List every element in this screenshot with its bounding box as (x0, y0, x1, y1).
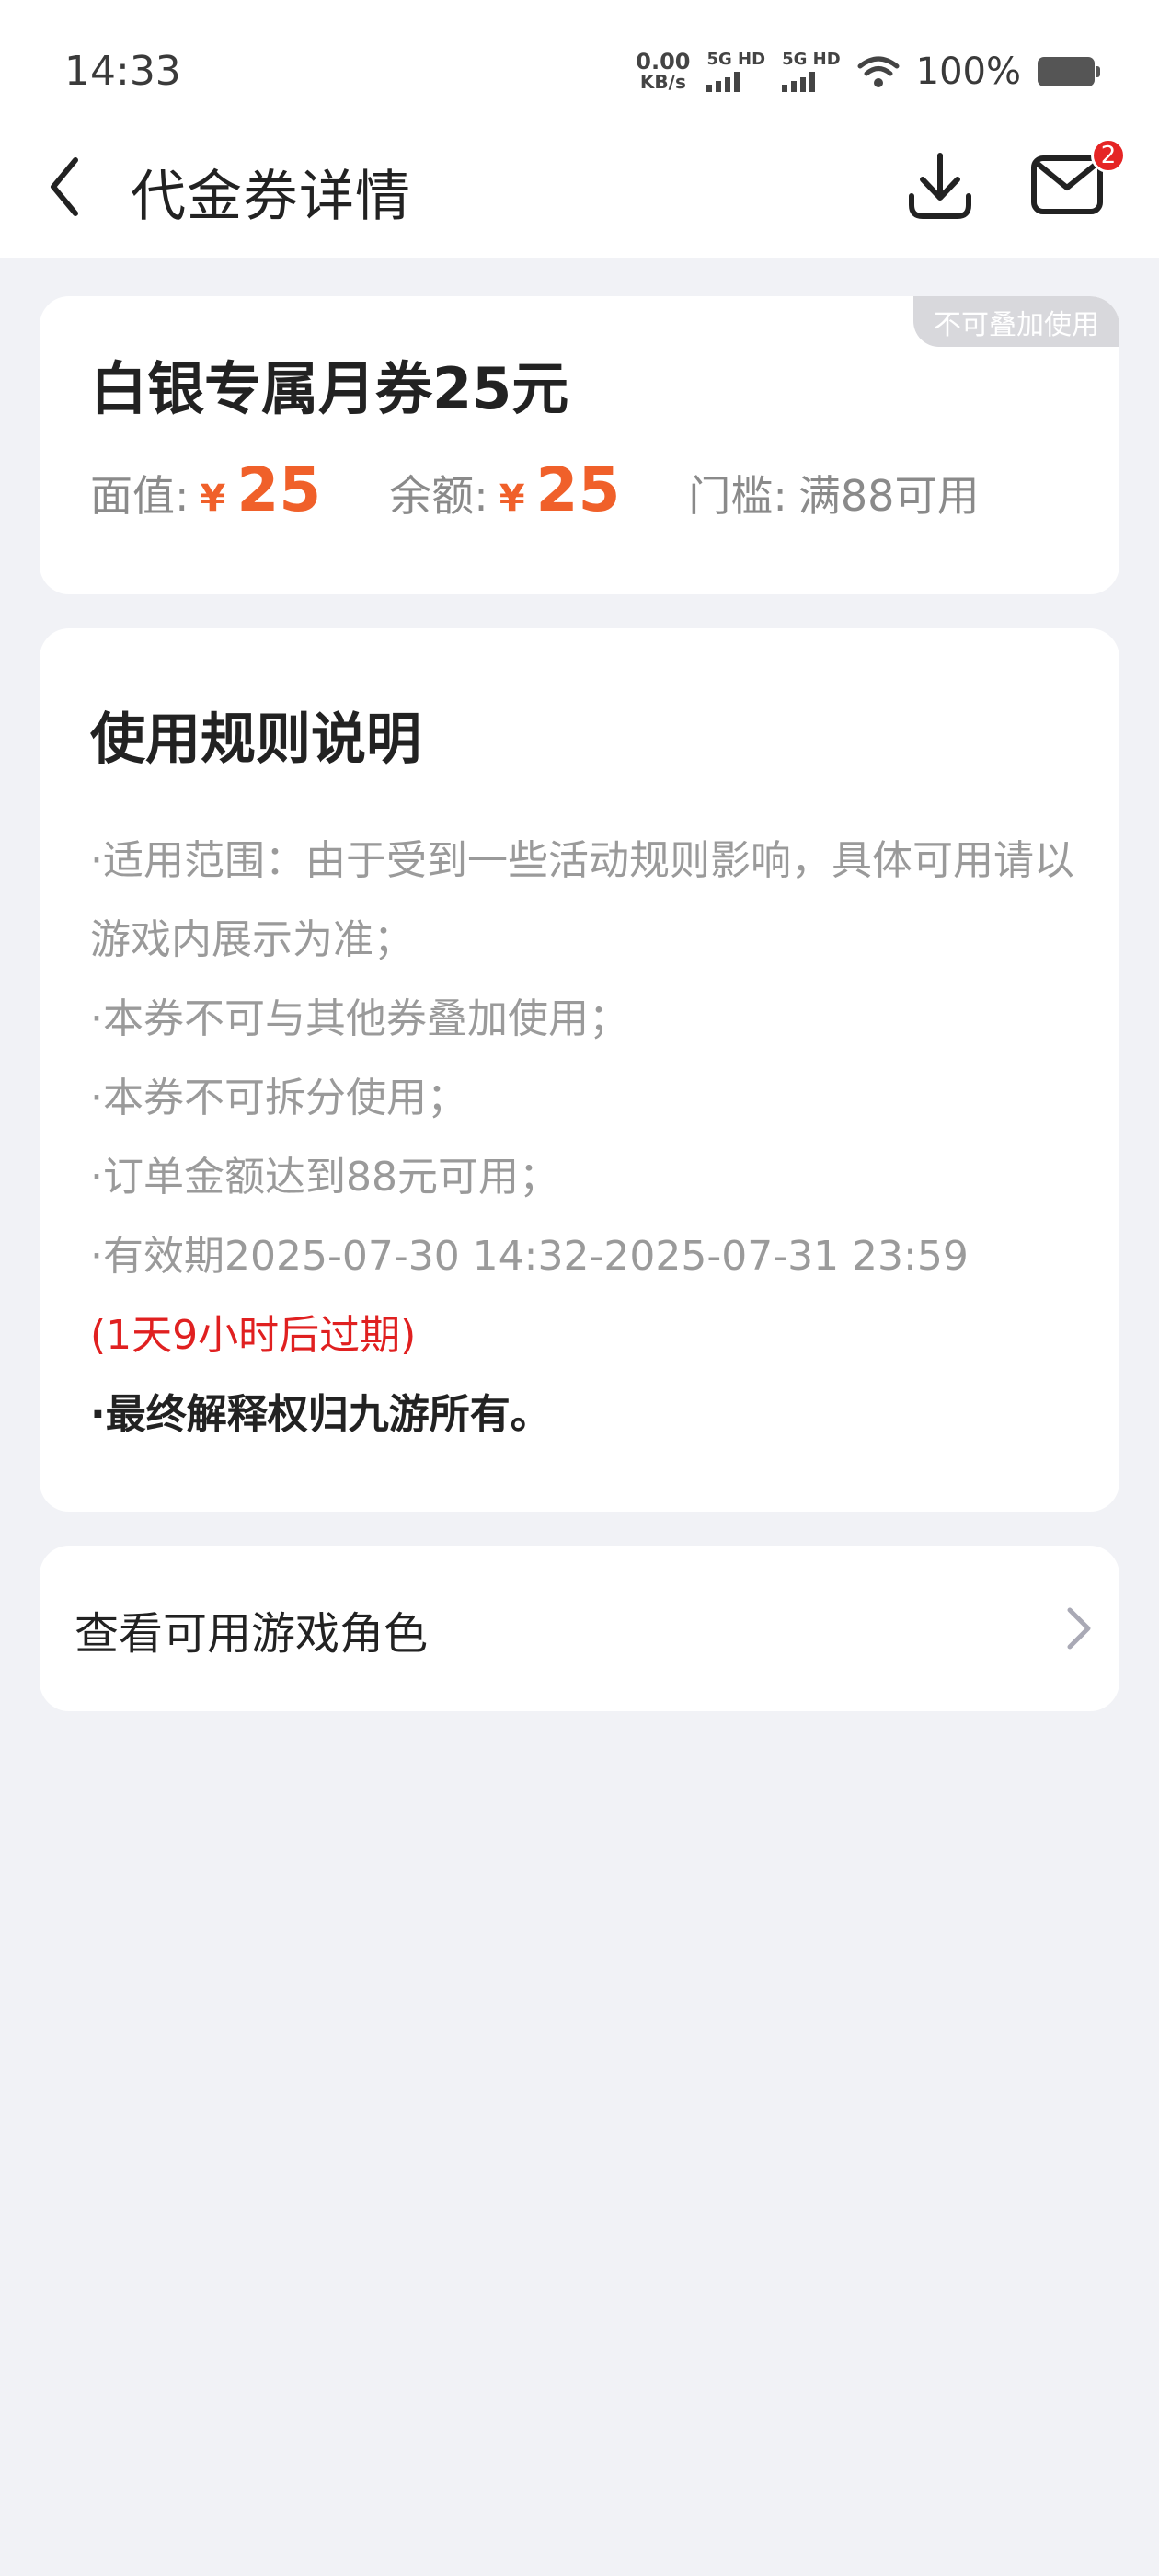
expire-note: (1天9小时后过期) (90, 1312, 417, 1359)
back-arrow-icon[interactable] (44, 155, 88, 219)
battery-icon (1038, 57, 1100, 86)
status-icons: 0.00 KB/s 5G HD 5G HD 100% (636, 44, 1100, 99)
wifi-icon (857, 56, 900, 87)
balance-amount: 25 (535, 454, 621, 525)
threshold-value: 满88可用 (798, 471, 980, 521)
rules-card: 使用规则说明 ·适用范围：由于受到一些活动规则影响，具体可用请以游戏内展示为准；… (40, 628, 1119, 1512)
sim1-label: 5G HD (706, 50, 766, 69)
face-value-label: 面值: (90, 471, 189, 521)
threshold-label: 门槛: (688, 471, 787, 521)
rules-list: ·适用范围：由于受到一些活动规则影响，具体可用请以游戏内展示为准； ·本券不可与… (90, 822, 1084, 1455)
view-roles-row[interactable]: 查看可用游戏角色 (40, 1546, 1119, 1711)
face-value: 面值: ¥ 25 (90, 454, 321, 525)
balance-label: 余额: (389, 471, 488, 521)
non-stackable-tag: 不可叠加使用 (913, 296, 1119, 347)
final-note: ·最终解释权归九游所有。 (90, 1391, 551, 1438)
page-title: 代金券详情 (131, 165, 411, 229)
mail-badge: 2 (1091, 138, 1126, 173)
balance: 余额: ¥ 25 (389, 454, 620, 525)
signal-icon: 5G HD (782, 52, 841, 92)
rule-item: ·订单金额达到88元可用； (90, 1154, 559, 1201)
rules-title: 使用规则说明 (90, 707, 421, 772)
sim2-label: 5G HD (782, 50, 841, 69)
signal-icon: 5G HD (706, 52, 765, 92)
coupon-title: 白银专属月券25元 (90, 355, 569, 422)
coupon-card: 不可叠加使用 白银专属月券25元 面值: ¥ 25 余额: ¥ 25 门槛: 满… (40, 296, 1119, 594)
threshold: 门槛: 满88可用 (688, 463, 979, 523)
header-area: 14:33 0.00 KB/s 5G HD 5G HD 100% 代金券详情 2 (0, 0, 1159, 258)
battery-percent: 100% (915, 51, 1021, 93)
rule-item: ·适用范围：由于受到一些活动规则影响，具体可用请以游戏内展示为准； (90, 837, 1074, 963)
rule-item: ·本券不可与其他券叠加使用； (90, 995, 629, 1042)
net-speed-unit: KB/s (639, 71, 686, 93)
net-speed: 0.00 KB/s (636, 49, 691, 93)
status-time: 14:33 (64, 48, 181, 95)
rule-item: ·本券不可拆分使用； (90, 1075, 467, 1121)
coupon-amounts: 面值: ¥ 25 余额: ¥ 25 门槛: 满88可用 (90, 454, 979, 525)
currency-symbol: ¥ (499, 477, 525, 520)
face-value-amount: 25 (236, 454, 322, 525)
rule-item: ·有效期2025-07-30 14:32-2025-07-31 23:59 (90, 1233, 969, 1280)
net-speed-value: 0.00 (636, 49, 691, 75)
download-icon[interactable] (906, 152, 974, 222)
view-roles-label: 查看可用游戏角色 (75, 1608, 429, 1660)
chevron-right-icon (1067, 1607, 1091, 1650)
mail-button[interactable]: 2 (1030, 138, 1126, 219)
currency-symbol: ¥ (200, 477, 226, 520)
